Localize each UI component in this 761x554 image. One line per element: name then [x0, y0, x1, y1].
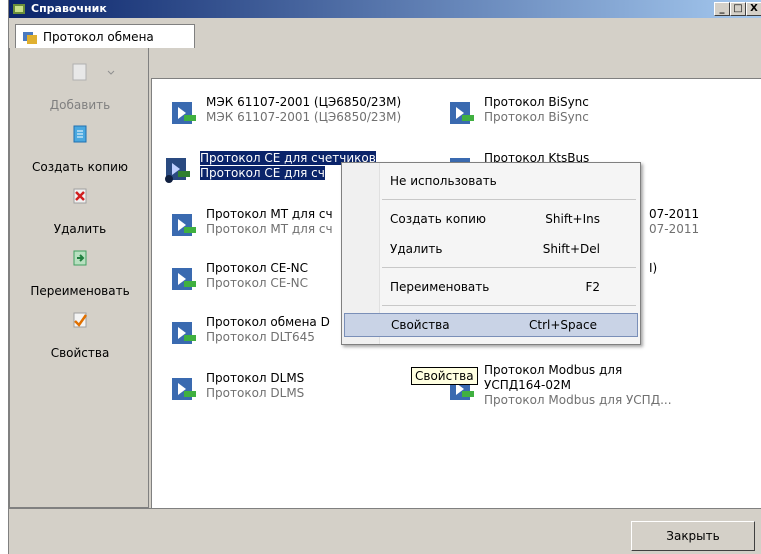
item-subtitle: Протокол BiSync [484, 110, 589, 124]
menu-separator [382, 305, 636, 306]
item-title: 07-2011 [649, 207, 700, 221]
item-title: Протокол DLMS [206, 371, 305, 385]
item-title: Протокол BiSync [484, 95, 589, 109]
copy-button[interactable]: Создать копию [10, 120, 150, 180]
menu-label: Создать копию [390, 212, 486, 226]
item-title: Протокол Modbus для [484, 363, 623, 377]
item-subtitle: МЭК 61107-2001 (ЦЭ6850/23М) [206, 110, 402, 124]
menu-label: Переименовать [390, 280, 490, 294]
tooltip: Свойства [411, 367, 478, 385]
protocol-icon [450, 102, 474, 124]
add-icon [72, 63, 87, 81]
add-button[interactable]: Добавить [10, 58, 150, 118]
title-bar[interactable]: Справочник _ □ X [9, 0, 761, 18]
item-title: Протокол CE-NC [206, 261, 309, 275]
properties-icon [73, 312, 88, 328]
protocol-icon [172, 268, 196, 290]
properties-button[interactable]: Свойства [10, 306, 150, 366]
window-title: Справочник [31, 2, 107, 15]
menu-item-properties[interactable]: Свойства Ctrl+Space [344, 313, 638, 337]
menu-shortcut: Shift+Del [542, 242, 600, 256]
item-title: I) [649, 261, 658, 275]
rename-icon [73, 250, 87, 266]
protocol-icon [172, 214, 196, 236]
item-title: Протокол MT для сч [206, 207, 333, 221]
delete-button[interactable]: Удалить [10, 182, 150, 242]
properties-label: Свойства [50, 346, 110, 360]
chevron-down-icon [107, 70, 115, 75]
menu-shortcut: Shift+Ins [545, 212, 600, 226]
protocol-icon [165, 158, 190, 183]
item-subtitle: Протокол DLMS [206, 386, 305, 400]
delete-icon [73, 188, 87, 204]
menu-label: Удалить [390, 242, 443, 256]
menu-label: Не использовать [390, 174, 497, 188]
menu-separator [382, 267, 636, 268]
add-label: Добавить [49, 98, 111, 112]
item-title: МЭК 61107-2001 (ЦЭ6850/23М) [206, 95, 402, 109]
item-title: Протокол обмена D [206, 315, 330, 329]
tab-label: Протокол обмена [43, 30, 154, 44]
item-subtitle: Протокол DLT645 [206, 330, 315, 344]
copy-label: Создать копию [32, 160, 128, 174]
maximize-button[interactable]: □ [730, 2, 746, 16]
tab-strip: Протокол обмена [9, 18, 761, 48]
item-subtitle: 07-2011 [649, 222, 700, 236]
bottom-bar: Закрыть [9, 508, 761, 554]
delete-label: Удалить [53, 222, 107, 236]
close-window-button[interactable]: X [746, 2, 761, 16]
protocol-icon [172, 378, 196, 400]
menu-item-rename[interactable]: Переименовать F2 [342, 275, 640, 299]
menu-item-delete[interactable]: Удалить Shift+Del [342, 237, 640, 261]
tab-exchange-protocol[interactable]: Протокол обмена [15, 24, 195, 48]
left-toolbar: Добавить Создать копию Удалить Переимено… [9, 48, 149, 508]
menu-item-copy[interactable]: Создать копию Shift+Ins [342, 207, 640, 231]
app-icon [13, 4, 25, 14]
item-title-line2: УСПД164-02М [484, 378, 571, 392]
protocol-icon [172, 322, 196, 344]
close-button[interactable]: Закрыть [631, 521, 755, 551]
minimize-button[interactable]: _ [714, 2, 730, 16]
menu-shortcut: Ctrl+Space [529, 318, 597, 332]
copy-icon [73, 125, 87, 143]
item-subtitle: Протокол CE-NC [206, 276, 309, 290]
context-menu: Не использовать Создать копию Shift+Ins … [341, 162, 641, 345]
protocol-tab-icon [23, 32, 37, 44]
menu-item-not-use[interactable]: Не использовать [342, 169, 640, 193]
menu-separator [382, 199, 636, 200]
item-subtitle: Протокол CE для сч [200, 166, 325, 180]
item-subtitle: Протокол MT для сч [206, 222, 333, 236]
menu-label: Свойства [391, 318, 450, 332]
rename-button[interactable]: Переименовать [10, 244, 150, 304]
protocol-icon [172, 102, 196, 124]
rename-label: Переименовать [30, 284, 130, 298]
menu-shortcut: F2 [585, 280, 600, 294]
item-subtitle: Протокол Modbus для УСПД... [484, 393, 672, 407]
